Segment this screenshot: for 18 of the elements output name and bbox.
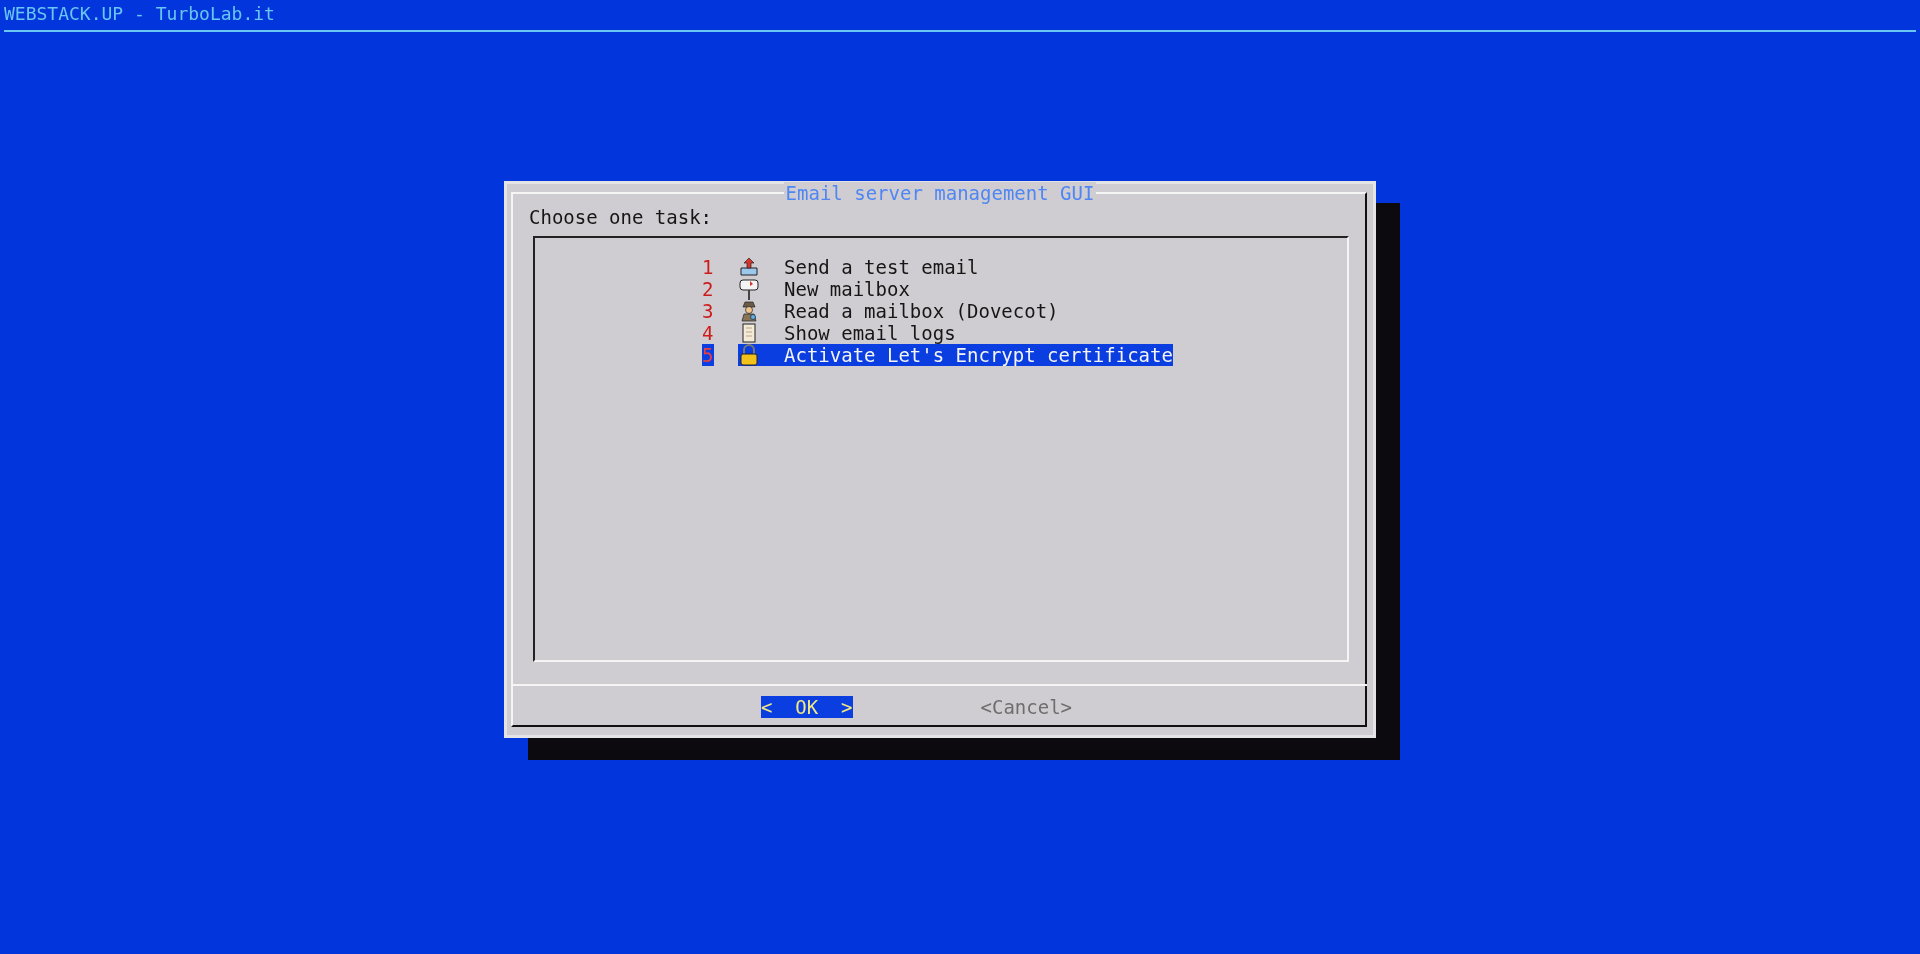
menu-item[interactable]: Show email logs [738,322,956,344]
backtitle: WEBSTACK.UP - TurboLab.it [4,3,275,24]
item-number: 2 [702,278,714,300]
prompt-text: Choose one task: [529,206,713,228]
dialog-button[interactable]: < OK > [761,696,853,718]
menu-item[interactable]: Activate Let's Encrypt certificate [738,344,1173,366]
outbox-tray-icon [738,256,760,278]
menu-item[interactable]: Send a test email [738,256,979,278]
item-number: 4 [702,322,714,344]
item-number: 1 [702,256,714,278]
detective-icon [738,300,760,322]
item-number: 3 [702,300,714,322]
padlock-icon [738,344,760,366]
menu-item[interactable]: Read a mailbox (Dovecot) [738,300,1059,322]
mailbox-icon [738,278,760,300]
item-number: 5 [702,344,714,366]
menu-item[interactable]: New mailbox [738,278,910,300]
dialog-title: Email server management GUI [783,182,1097,204]
